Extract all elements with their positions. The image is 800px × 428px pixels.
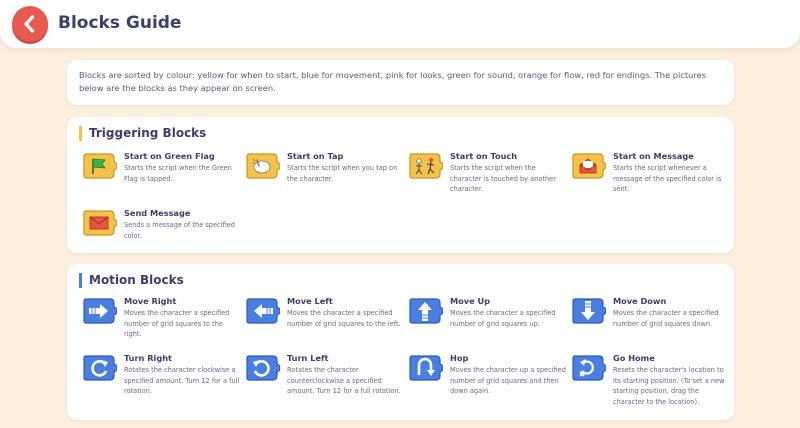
block-description: Moves the character a specified number o… — [287, 309, 401, 328]
section-title: Triggering Blocks — [79, 126, 206, 141]
arrow-right-icon — [83, 298, 117, 324]
block-description: Moves the character a specified number o… — [613, 309, 719, 328]
block-send-message: Send Message Sends a message of the spec… — [83, 208, 238, 258]
block-name: Move Right — [124, 296, 177, 306]
intro-text: Blocks are sorted by colour: yellow for … — [67, 60, 734, 105]
rotate-clockwise-icon — [83, 355, 117, 381]
hop-icon — [409, 355, 443, 381]
arrow-down-icon — [572, 298, 606, 324]
block-start-on-tap: Start on Tap Starts the script when you … — [246, 151, 401, 201]
block-name: Hop — [450, 353, 469, 363]
block-turn-left: Turn Left Rotates the character counterc… — [246, 353, 401, 403]
envelope-icon — [83, 210, 117, 236]
go-home-icon — [572, 355, 606, 381]
open-envelope-icon — [572, 153, 606, 179]
arrow-left-icon — [246, 298, 280, 324]
block-description: Moves the character a specified number o… — [124, 309, 230, 338]
block-description: Moves the character a specified number o… — [450, 309, 556, 328]
block-description: Resets the character's location to its s… — [613, 366, 725, 406]
block-description: Starts the script when the Green Flag is… — [124, 164, 232, 183]
block-go-home: Go Home Resets the character's location … — [572, 353, 727, 406]
motion-blocks-section: Motion Blocks Move Right Moves the chara… — [67, 264, 734, 420]
block-name: Turn Right — [124, 353, 172, 363]
header-bar: Blocks Guide — [0, 0, 800, 48]
block-turn-right: Turn Right Rotates the character clockwi… — [83, 353, 239, 403]
rotate-counterclockwise-icon — [246, 355, 280, 381]
block-description: Moves the character up a specified numbe… — [450, 366, 566, 395]
chevron-left-icon — [24, 15, 35, 33]
block-start-on-message: Start on Message Starts the script whene… — [572, 151, 727, 201]
page-title: Blocks Guide — [58, 13, 182, 33]
block-name: Go Home — [613, 353, 655, 363]
section-title: Motion Blocks — [79, 273, 184, 288]
block-move-right: Move Right Moves the character a specifi… — [83, 296, 238, 346]
block-name: Start on Message — [613, 151, 694, 161]
block-description: Sends a message of the specified color. — [124, 221, 235, 240]
green-flag-icon — [83, 153, 117, 179]
block-name: Move Up — [450, 296, 491, 306]
block-description: Starts the script when you tap on the ch… — [287, 164, 398, 183]
back-button[interactable] — [12, 6, 48, 42]
block-name: Start on Touch — [450, 151, 518, 161]
block-name: Move Left — [287, 296, 333, 306]
block-move-left: Move Left Moves the character a specifie… — [246, 296, 401, 346]
block-name: Move Down — [613, 296, 667, 306]
block-start-on-green-flag: Start on Green Flag Starts the script wh… — [83, 151, 238, 201]
block-description: Rotates the character clockwise a specif… — [124, 366, 240, 395]
block-description: Starts the script when the character is … — [450, 164, 556, 193]
block-name: Start on Green Flag — [124, 151, 215, 161]
block-name: Send Message — [124, 208, 191, 218]
block-description: Starts the script whenever a message of … — [613, 164, 722, 193]
block-move-down: Move Down Moves the character a specifie… — [572, 296, 727, 346]
block-move-up: Move Up Moves the character a specified … — [409, 296, 564, 346]
block-start-on-touch: Start on Touch Starts the script when th… — [409, 151, 564, 201]
block-hop: Hop Moves the character up a specified n… — [409, 353, 566, 403]
touch-characters-icon — [409, 153, 443, 179]
triggering-blocks-section: Triggering Blocks Start on Green Flag St… — [67, 117, 734, 253]
block-description: Rotates the character counterclockwise a… — [287, 366, 401, 395]
block-name: Start on Tap — [287, 151, 344, 161]
tap-hand-icon — [246, 153, 280, 179]
arrow-up-icon — [409, 298, 443, 324]
block-name: Turn Left — [287, 353, 329, 363]
